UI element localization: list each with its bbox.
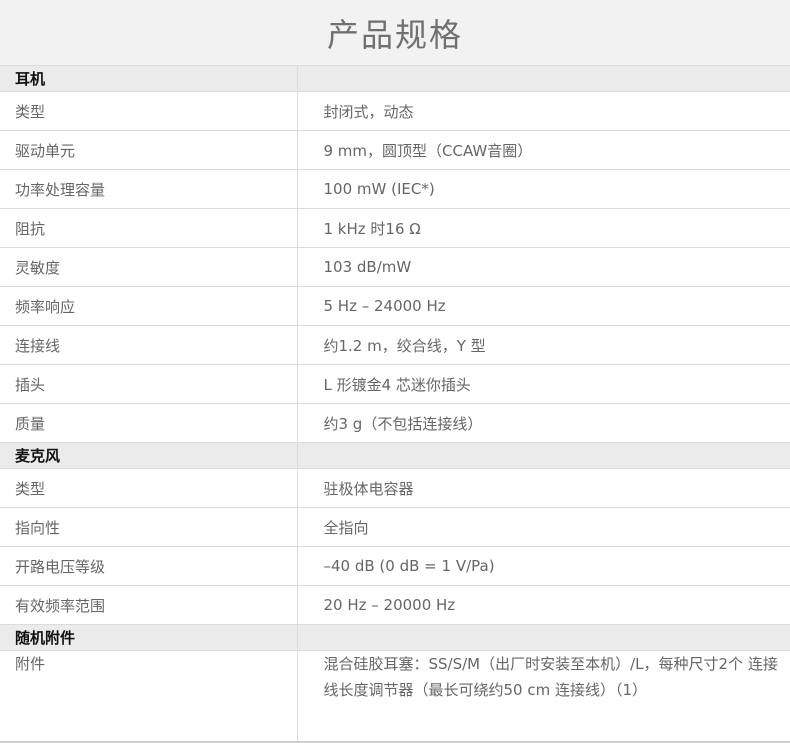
spec-label: 指向性	[0, 507, 297, 547]
section-header-microphone: 麦克风	[0, 442, 790, 469]
spec-label: 插头	[0, 364, 297, 404]
spec-label: 灵敏度	[0, 247, 297, 287]
spec-value: 驻极体电容器	[296, 468, 790, 508]
spec-label: 连接线	[0, 325, 297, 365]
table-row: 阻抗 1 kHz 时16 Ω	[0, 208, 790, 248]
spec-label: 有效频率范围	[0, 585, 297, 625]
spec-table: 耳机 类型 封闭式，动态 驱动单元 9 mm，圆顶型（CCAW音圈） 功率处理容…	[0, 65, 790, 741]
spec-label: 类型	[0, 468, 297, 508]
spec-value: 5 Hz – 24000 Hz	[296, 286, 790, 326]
spec-value: 混合硅胶耳塞：SS/S/M（出厂时安装至本机）/L，每种尺寸2个 连接线长度调节…	[296, 650, 790, 741]
spec-value: 100 mW (IEC*)	[296, 169, 790, 209]
table-row: 附件 混合硅胶耳塞：SS/S/M（出厂时安装至本机）/L，每种尺寸2个 连接线长…	[0, 650, 790, 741]
spec-label: 频率响应	[0, 286, 297, 326]
table-row: 类型 驻极体电容器	[0, 468, 790, 508]
spec-page: 产品规格 耳机 类型 封闭式，动态 驱动单元 9 mm，圆顶型（CCAW音圈） …	[0, 0, 790, 743]
spec-label: 类型	[0, 91, 297, 131]
table-row: 类型 封闭式，动态	[0, 91, 790, 131]
spec-value: 全指向	[296, 507, 790, 547]
spec-value: 103 dB/mW	[296, 247, 790, 287]
table-row: 频率响应 5 Hz – 24000 Hz	[0, 286, 790, 326]
table-row: 指向性 全指向	[0, 507, 790, 547]
spec-label: 开路电压等级	[0, 546, 297, 586]
table-row: 连接线 约1.2 m，绞合线，Y 型	[0, 325, 790, 365]
spec-label: 驱动单元	[0, 130, 297, 170]
table-row: 开路电压等级 –40 dB (0 dB = 1 V/Pa)	[0, 546, 790, 586]
spec-value: 9 mm，圆顶型（CCAW音圈）	[296, 130, 790, 170]
table-row: 灵敏度 103 dB/mW	[0, 247, 790, 287]
spec-value: 封闭式，动态	[296, 91, 790, 131]
section-title: 麦克风	[0, 442, 297, 469]
page-title: 产品规格	[326, 15, 463, 54]
table-row: 质量 约3 g（不包括连接线）	[0, 403, 790, 443]
table-row: 插头 L 形镀金4 芯迷你插头	[0, 364, 790, 404]
section-header-earphones: 耳机	[0, 65, 790, 92]
spec-value: –40 dB (0 dB = 1 V/Pa)	[296, 546, 790, 586]
section-title: 随机附件	[0, 624, 297, 651]
spec-label: 功率处理容量	[0, 169, 297, 209]
spec-label: 附件	[0, 650, 297, 741]
spec-value: 约1.2 m，绞合线，Y 型	[296, 325, 790, 365]
title-bar: 产品规格	[0, 0, 790, 65]
section-title: 耳机	[0, 65, 297, 92]
spec-value: 20 Hz – 20000 Hz	[296, 585, 790, 625]
table-row: 有效频率范围 20 Hz – 20000 Hz	[0, 585, 790, 625]
spec-value: 1 kHz 时16 Ω	[296, 208, 790, 248]
spec-value: 约3 g（不包括连接线）	[296, 403, 790, 443]
section-header-accessories: 随机附件	[0, 624, 790, 651]
table-row: 功率处理容量 100 mW (IEC*)	[0, 169, 790, 209]
spec-label: 阻抗	[0, 208, 297, 248]
spec-value: L 形镀金4 芯迷你插头	[296, 364, 790, 404]
table-row: 驱动单元 9 mm，圆顶型（CCAW音圈）	[0, 130, 790, 170]
spec-label: 质量	[0, 403, 297, 443]
